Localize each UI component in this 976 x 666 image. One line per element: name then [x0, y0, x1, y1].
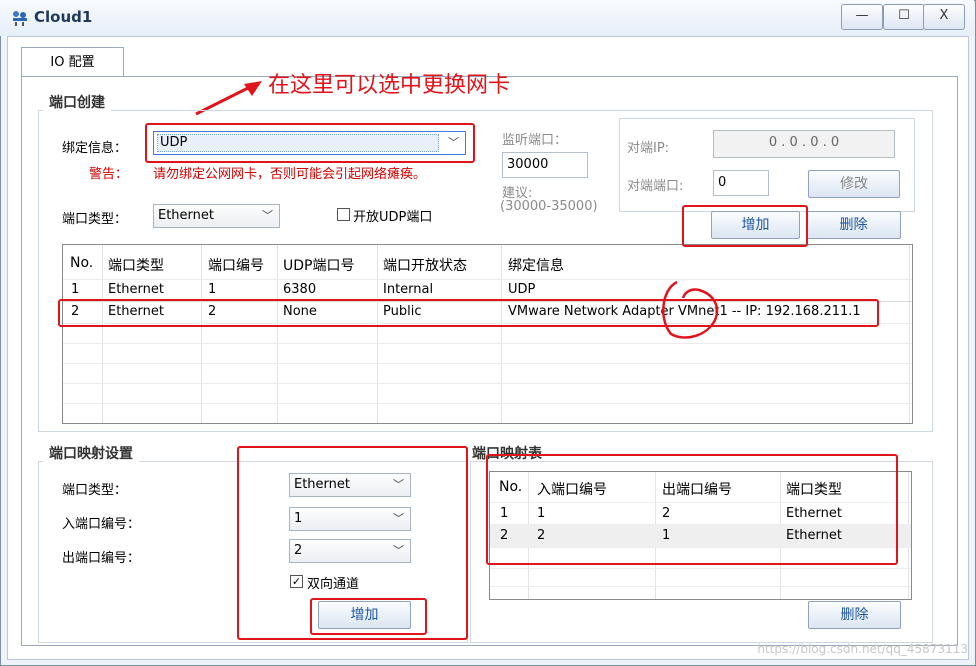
column-header[interactable]: No.	[70, 255, 93, 271]
bind-info-label: 绑定信息：	[62, 141, 128, 156]
annotation-text: 在这里可以选中更换网卡	[268, 73, 511, 98]
table-cell: 1	[208, 282, 217, 297]
warning-label: 警告：	[89, 167, 129, 182]
row-divider	[63, 363, 912, 364]
annotation-box-map-add	[310, 598, 427, 635]
column-divider	[909, 245, 910, 423]
port-type-label: 端口类型：	[62, 212, 128, 227]
in-port-label: 入端口编号：	[62, 517, 141, 532]
close-button[interactable]: X	[923, 4, 965, 30]
tab-io-config[interactable]: IO 配置	[21, 47, 124, 78]
map-port-type-label: 端口类型：	[62, 483, 128, 498]
table-cell: Internal	[383, 282, 434, 297]
minimize-button[interactable]: —	[841, 4, 883, 30]
column-divider	[501, 245, 502, 423]
port-table[interactable]: No. 端口类型 端口编号 UDP端口号 端口开放状态 绑定信息 1 Ether…	[62, 244, 913, 424]
peer-port-input[interactable]: 0	[713, 170, 769, 196]
table-row[interactable]: 1 Ethernet 1 6380 Internal UDP	[63, 280, 912, 301]
port-create-title: 端口创建	[43, 92, 111, 112]
table-cell: 6380	[283, 282, 317, 297]
annotation-box-add	[682, 205, 808, 247]
column-divider	[102, 245, 103, 423]
port-type-value: Ethernet	[158, 208, 214, 223]
watermark: https://blog.csdn.net/qq_45873113	[757, 642, 968, 656]
modify-button[interactable]: 修改	[808, 170, 900, 198]
table-cell: UDP	[508, 282, 536, 297]
window-title: Cloud1	[34, 8, 93, 26]
annotation-circle-icon	[662, 280, 719, 339]
title-bar[interactable]: Cloud1 — ☐ X	[0, 0, 974, 36]
column-header[interactable]: UDP端口号	[283, 255, 354, 275]
column-divider	[377, 245, 378, 423]
column-header[interactable]: 绑定信息	[508, 255, 564, 275]
annotation-box-row	[58, 299, 879, 327]
column-divider	[201, 245, 202, 423]
column-header[interactable]: 端口开放状态	[383, 255, 467, 275]
open-udp-label: 开放UDP端口	[353, 210, 433, 225]
cloud-app-icon	[13, 11, 27, 26]
delete-map-button[interactable]: 删除	[808, 601, 901, 629]
peer-ip-label: 对端IP:	[627, 141, 670, 156]
column-divider	[277, 245, 278, 423]
column-header[interactable]: 端口类型	[108, 255, 164, 275]
annotation-box-map-table	[486, 454, 898, 565]
open-udp-checkbox[interactable]	[337, 208, 350, 221]
row-divider	[490, 586, 911, 587]
table-cell: 1	[71, 282, 80, 297]
out-port-label: 出端口编号：	[62, 551, 141, 566]
table-cell: Ethernet	[108, 282, 164, 297]
maximize-button[interactable]: ☐	[883, 4, 925, 30]
delete-port-button[interactable]: 删除	[806, 211, 901, 239]
port-map-settings-title: 端口映射设置	[43, 443, 139, 463]
listen-port-label: 监听端口：	[502, 133, 568, 148]
column-header[interactable]: 端口编号	[208, 255, 264, 275]
row-divider	[63, 343, 912, 344]
peer-port-label: 对端端口:	[627, 179, 684, 194]
peer-ip-input[interactable]: 0 . 0 . 0 . 0	[713, 130, 895, 158]
row-divider	[490, 568, 911, 569]
listen-port-input[interactable]: 30000	[502, 152, 588, 178]
annotation-box-bind	[145, 123, 475, 163]
row-divider	[63, 403, 912, 404]
row-divider	[63, 383, 912, 384]
suggest-range: (30000-35000)	[500, 199, 598, 214]
chevron-down-icon: ﹀	[262, 209, 273, 222]
warning-text: 请勿绑定公网网卡，否则可能会引起网络瘫痪。	[153, 167, 427, 182]
port-type-select[interactable]: Ethernet ﹀	[153, 204, 280, 228]
